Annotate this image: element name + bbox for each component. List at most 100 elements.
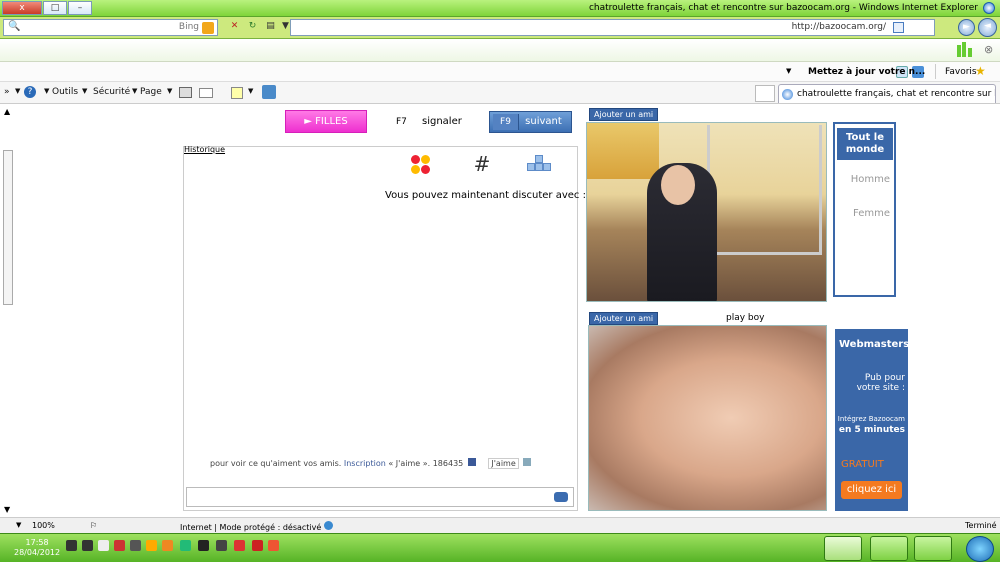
tray-icon[interactable] [198,540,209,551]
like-text: « J'aime ». [388,459,431,468]
window-title: chatroulette français, chat et rencontre… [588,3,978,13]
partner-webcam [586,122,827,302]
status-zone: Internet | Mode protégé : désactivé [180,521,333,532]
chat-input[interactable] [186,487,574,507]
help-icon[interactable]: ? [24,86,36,98]
maximize-window-button[interactable]: □ [43,1,67,15]
mail-icon[interactable] [199,88,213,98]
compat-view-icon[interactable]: ▤ [264,20,277,33]
search-box[interactable]: 🔍 Bing [3,19,218,36]
close-bar-icon[interactable]: ⊗ [984,43,993,56]
globe-icon [323,521,333,530]
print-dropdown-icon[interactable]: ▼ [167,87,172,95]
tray-icon[interactable] [146,540,157,551]
tray-icon[interactable] [162,540,173,551]
home-dropdown-icon[interactable]: ▼ [248,87,253,95]
tray-icon[interactable] [252,540,263,551]
taskbar-app[interactable] [824,536,862,561]
scroll-up-icon[interactable]: ▲ [4,107,10,116]
webmasters-ad: Webmasters Pub pour votre site : Intégre… [835,329,910,511]
more-chevron-icon[interactable]: » [4,87,10,97]
webmasters-minutes: en 5 minutes [838,425,905,435]
tray-icon[interactable] [82,540,93,551]
close-window-button[interactable]: x [2,1,42,15]
chat-send-icon[interactable] [554,492,568,502]
tools-menu[interactable]: Outils [52,87,78,97]
tray-icon[interactable] [268,540,279,551]
page-dropdown-icon[interactable]: ▼ [132,87,137,95]
status-done: Terminé [965,521,997,530]
ie-logo-icon [983,2,995,14]
suggested-dropdown-icon[interactable]: ▼ [786,67,791,75]
divider [935,64,936,79]
add-friend-button-1[interactable]: Ajouter un ami [589,108,659,121]
social-line: pour voir ce qu'aiment vos amis. Inscrip… [210,458,610,469]
suggested-site-link[interactable]: Mettez à jour votre n... [808,67,925,77]
tools-dropdown-icon[interactable]: ▼ [44,87,49,95]
clock-time: 17:58 [25,538,49,547]
tray-icon[interactable] [216,540,227,551]
back-button[interactable]: ◄ [978,18,997,37]
status-zone-text: Internet | Mode protégé : désactivé [180,523,322,532]
filter-femme[interactable]: Femme [853,208,890,219]
like-thumb-icon [523,458,532,466]
facebook-icon [467,458,476,466]
blocks-game-icon[interactable] [527,153,551,177]
inscription-link[interactable]: Inscription [344,459,386,468]
gender-filter: Tout le monde Homme Femme [833,122,896,297]
refresh-icon[interactable]: ↻ [246,20,259,33]
partner-nickname: play boy [726,313,765,323]
add-friend-button-2[interactable]: Ajouter un ami [589,312,659,325]
taskbar-ie[interactable] [870,536,908,561]
tray-icon[interactable] [66,540,77,551]
filter-tout-le-monde[interactable]: Tout le monde [837,128,893,160]
tray-icon[interactable] [180,540,191,551]
minimize-window-button[interactable]: – [68,1,92,15]
window-title-bar: chatroulette français, chat et rencontre… [0,0,1000,17]
page-menu[interactable]: Page [140,87,162,97]
start-button[interactable] [966,536,994,562]
address-dropdown-icon[interactable]: ▼ [279,20,292,33]
historique-link[interactable]: Historique [184,145,225,154]
security-dropdown-icon[interactable]: ▼ [82,87,87,95]
tray-icon[interactable] [130,540,141,551]
search-icon[interactable]: 🔍 [8,21,20,32]
forward-button[interactable]: ► [958,19,975,36]
suivant-button[interactable]: F9 suivant [489,111,572,133]
help-dropdown-icon[interactable]: ▼ [15,87,20,95]
like-count: 186435 [432,459,464,468]
filles-button[interactable]: ► FILLES [285,110,367,133]
vertical-scrollbar[interactable]: ▲ ▼ [2,105,14,517]
zoom-dropdown-icon[interactable]: ▼ [16,521,21,529]
taskbar-explorer[interactable] [914,536,952,561]
tab-bazoocam[interactable]: chatroulette français, chat et rencontre… [778,84,996,103]
feeds-icon[interactable] [231,87,243,99]
like-tail: pour voir ce qu'aiment vos amis. [210,459,342,468]
filter-homme[interactable]: Homme [851,174,890,185]
taskbar-clock[interactable]: 17:58 28/04/2012 [14,538,60,558]
tictactoe-game-icon[interactable]: # [470,153,494,177]
security-menu[interactable]: Sécurité [93,87,130,97]
print-icon[interactable] [179,87,192,98]
cliquez-ici-button[interactable]: cliquez ici [841,481,902,499]
scroll-down-icon[interactable]: ▼ [4,505,10,514]
webmasters-title: Webmasters [839,339,910,350]
stop-icon[interactable]: ✕ [228,20,241,33]
zoom-level[interactable]: 100% [32,521,55,530]
tray-icon[interactable] [234,540,245,551]
f9-shortcut: F9 [493,114,519,130]
like-button[interactable]: J'aime [488,458,519,469]
home-icon[interactable] [262,85,276,99]
connect-four-game-icon[interactable] [409,153,433,177]
signaler-link[interactable]: signaler [422,116,462,127]
new-tab-button[interactable] [755,85,775,102]
bar-icon [968,48,972,57]
bar-icon [957,45,961,57]
bing-icon [202,22,214,34]
tray-icon[interactable] [98,540,109,551]
tray-icon[interactable] [114,540,125,551]
address-field[interactable]: http://bazoocam.org/ [290,19,935,36]
favorites-label[interactable]: Favoris [945,67,977,77]
scroll-thumb[interactable] [3,150,13,305]
protected-mode-icon: ⚐ [90,521,98,530]
